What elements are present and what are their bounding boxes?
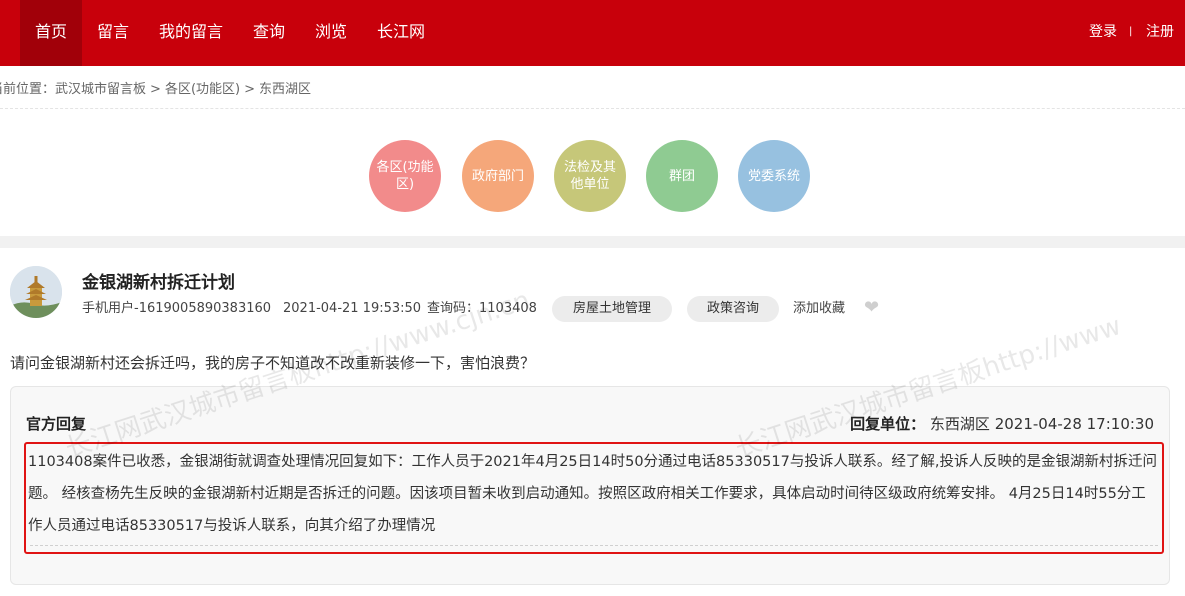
nav-query[interactable]: 查询 — [246, 0, 292, 66]
reply-content: 1103408案件已收悉，金银湖街就调查处理情况回复如下：工作人员于2021年4… — [24, 442, 1164, 554]
breadcrumb-item-board[interactable]: 武汉城市留言板 — [55, 82, 146, 97]
reply-label: 官方回复 — [26, 415, 87, 433]
breadcrumb-separator: > — [150, 82, 161, 97]
top-nav: 首页 留言 我的留言 查询 浏览 长江网 登录 | 注册 — [0, 0, 1185, 66]
avatar — [10, 266, 62, 318]
category-gov-departments[interactable]: 政府部门 — [462, 140, 534, 212]
reply-unit: 回复单位： 东西湖区 2021-04-28 17:10:30 — [850, 413, 1154, 434]
post-title: 金银湖新村拆迁计划 — [82, 273, 235, 293]
tag-housing-land[interactable]: 房屋土地管理 — [552, 296, 672, 322]
auth-separator: | — [1129, 26, 1133, 37]
reply-divider — [30, 545, 1158, 546]
category-districts[interactable]: 各区(功能区) — [369, 140, 441, 212]
nav-message[interactable]: 留言 — [90, 0, 136, 66]
reply-unit-label: 回复单位： — [850, 415, 926, 433]
reply-datetime: 2021-04-28 17:10:30 — [994, 415, 1154, 433]
post-datetime: 2021-04-21 19:53:50 — [283, 301, 422, 316]
add-favorite-link[interactable]: 添加收藏 — [793, 300, 845, 318]
nav-browse[interactable]: 浏览 — [308, 0, 354, 66]
post-user: 手机用户-1619005890383160 — [82, 301, 272, 316]
section-band — [0, 236, 1185, 248]
breadcrumb-prefix: 当前位置： — [0, 82, 56, 97]
heart-icon[interactable]: ❤ — [864, 298, 879, 318]
nav-home[interactable]: 首页 — [20, 0, 82, 66]
reply-text: 1103408案件已收悉，金银湖街就调查处理情况回复如下：工作人员于2021年4… — [28, 454, 1157, 534]
nav-my-messages[interactable]: 我的留言 — [152, 0, 230, 66]
reply-unit-name: 东西湖区 — [929, 415, 990, 433]
login-link[interactable]: 登录 — [1089, 0, 1117, 66]
query-code-label: 查询码： — [427, 301, 480, 316]
query-code-value: 1103408 — [479, 301, 537, 316]
yellow-crane-tower-icon — [10, 266, 62, 318]
category-mass-orgs[interactable]: 群团 — [646, 140, 718, 212]
post-question: 请问金银湖新村还会拆迁吗，我的房子不知道改不改重新装修一下，害怕浪费？ — [10, 354, 536, 372]
breadcrumb-separator: > — [244, 82, 255, 97]
breadcrumb-item-districts[interactable]: 各区(功能区) — [165, 82, 240, 97]
post-query-code: 查询码：1103408 — [427, 300, 537, 318]
category-party-system[interactable]: 党委系统 — [738, 140, 810, 212]
register-link[interactable]: 注册 — [1146, 0, 1174, 66]
nav-cjn[interactable]: 长江网 — [370, 0, 432, 66]
category-courts-other[interactable]: 法检及其他单位 — [554, 140, 626, 212]
breadcrumb-item-dongxihu[interactable]: 东西湖区 — [259, 82, 311, 97]
breadcrumb: 当前位置：武汉城市留言板 > 各区(功能区) > 东西湖区 — [0, 78, 311, 97]
tag-policy-consult[interactable]: 政策咨询 — [687, 296, 779, 322]
breadcrumb-divider — [0, 108, 1185, 109]
